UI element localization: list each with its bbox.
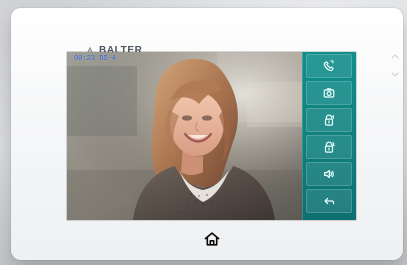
unlock-2-button[interactable] <box>306 135 352 159</box>
control-panel <box>302 52 356 220</box>
volume-button[interactable] <box>306 162 352 186</box>
status-text: 00:23 DS-4 <box>74 55 117 63</box>
back-button[interactable] <box>306 189 352 213</box>
back-arrow-icon <box>324 197 335 205</box>
speaker-icon <box>324 169 334 179</box>
video-image <box>67 52 302 220</box>
screen: 00:23 DS-4 <box>67 52 356 220</box>
video-feed: 00:23 DS-4 <box>67 52 302 220</box>
home-button[interactable] <box>202 229 222 249</box>
unlock-1-button[interactable] <box>306 108 352 132</box>
snapshot-button[interactable] <box>306 81 352 105</box>
unlock-2-icon <box>324 141 335 153</box>
handset-icon <box>323 60 334 72</box>
answer-button[interactable] <box>306 54 352 78</box>
home-icon <box>204 232 220 246</box>
unlock-1-icon <box>324 114 334 126</box>
side-indicators <box>391 54 399 77</box>
camera-icon <box>323 88 335 98</box>
